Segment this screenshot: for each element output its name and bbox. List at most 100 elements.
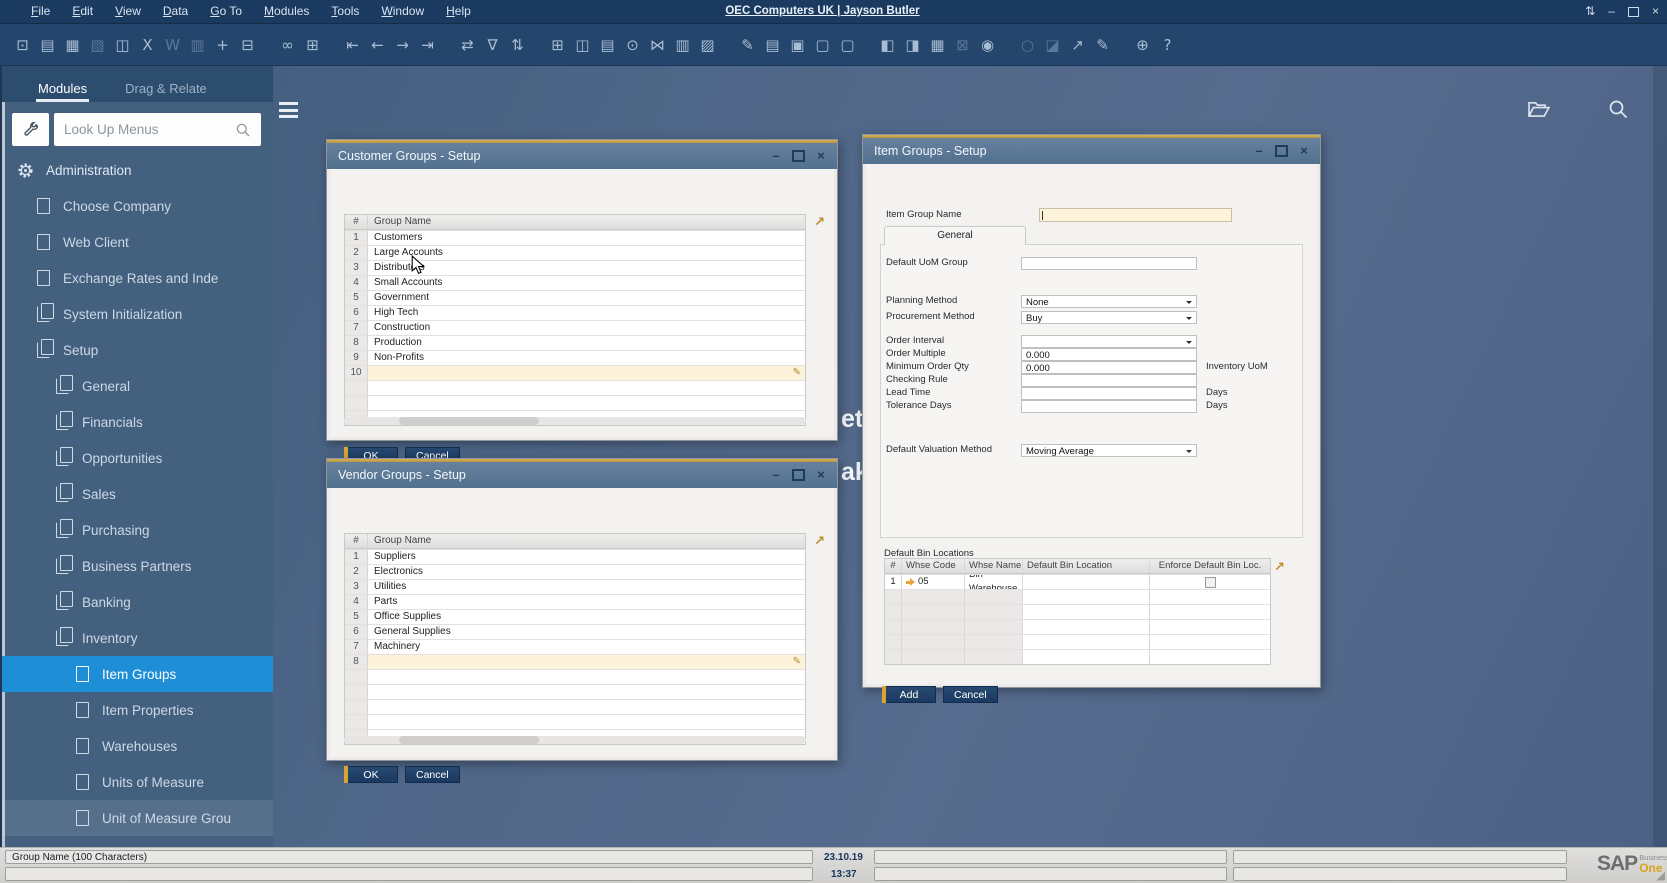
table-row[interactable] [885,649,1270,664]
table-row[interactable] [885,604,1270,619]
global-search-icon[interactable] [1608,99,1628,119]
horizontal-scrollbar[interactable] [344,417,806,425]
menu-item-help[interactable]: Help [435,0,482,23]
sidebar-item-units-of-measure[interactable]: Units of Measure [2,764,273,800]
table-row[interactable] [885,634,1270,649]
order-interval-select[interactable] [1021,335,1197,348]
previous-record-icon[interactable]: ← [365,32,390,58]
sidebar-tab-drag-relate[interactable]: Drag & Relate [123,73,209,102]
table-row[interactable] [345,699,805,714]
expand-table-icon[interactable]: ↗ [814,215,825,230]
document-draft-icon[interactable]: ▥ [670,32,695,58]
expand-table-icon[interactable]: ↗ [814,534,825,549]
sidebar-item-choose-company[interactable]: Choose Company [2,188,273,224]
sidebar-tab-modules[interactable]: Modules [36,73,89,102]
table-row[interactable]: 5Office Supplies [345,609,805,624]
resize-grip[interactable]: ◢ [1657,869,1665,882]
sidebar-item-system-initialization[interactable]: System Initialization [2,296,273,332]
pan-view-icon[interactable]: + [210,32,235,58]
menu-item-view[interactable]: View [104,0,152,23]
sidebar-item-administration[interactable]: Administration [2,152,273,188]
restore-button[interactable] [1628,7,1639,17]
planning-method-select[interactable]: None [1021,295,1197,308]
journal-entry-icon[interactable]: ⋈ [645,32,670,58]
maximize-button[interactable] [792,150,805,162]
expand-table-icon[interactable]: ↗ [1274,560,1285,575]
tab-general[interactable]: General [884,226,1026,245]
last-record-icon[interactable]: ⇥ [415,32,440,58]
active-input-row[interactable]: 10✎ [345,365,805,380]
calendar-icon[interactable]: ▦ [60,32,85,58]
table-row[interactable]: 105Bin Warehouse [885,574,1270,589]
table-row[interactable]: 2Electronics [345,564,805,579]
menu-item-file[interactable]: File [20,0,61,23]
calculator-icon[interactable]: ▦ [925,32,950,58]
default-valuation-method-select[interactable]: Moving Average [1021,444,1197,457]
active-input-row[interactable]: 8✎ [345,654,805,669]
order-multiple-input[interactable]: 0.000 [1021,348,1197,361]
table-row[interactable] [885,619,1270,634]
sidebar-item-banking[interactable]: Banking [2,584,273,620]
print-preview-icon[interactable]: ◫ [110,32,135,58]
filter-icon[interactable]: ∇ [480,32,505,58]
sidebar-item-exchange-rates-and-inde[interactable]: Exchange Rates and Inde [2,260,273,296]
checking-rule-input[interactable] [1021,374,1197,387]
chat-icon[interactable]: ▢ [835,32,860,58]
sort-icon[interactable]: ⇅ [505,32,530,58]
refresh-icon[interactable]: ⇄ [455,32,480,58]
document-payment-icon[interactable]: ▤ [595,32,620,58]
duplicate-icon[interactable]: ◫ [570,32,595,58]
cancel-button[interactable]: Cancel [405,766,460,783]
deposit-icon[interactable]: ◨ [900,32,925,58]
add-row-icon[interactable]: ⊞ [545,32,570,58]
menu-item-go-to[interactable]: Go To [199,0,253,23]
document-settings-icon[interactable]: ▣ [785,32,810,58]
table-row[interactable] [345,684,805,699]
table-row[interactable]: 7Construction [345,320,805,335]
table-row[interactable]: 5Government [345,290,805,305]
sidebar-item-opportunities[interactable]: Opportunities [2,440,273,476]
document-find-icon[interactable]: ▨ [695,32,720,58]
lookup-menus-input[interactable]: Look Up Menus [54,113,261,146]
menu-item-data[interactable]: Data [152,0,199,23]
sidebar-item-item-properties[interactable]: Item Properties [2,692,273,728]
add-button[interactable]: Add [882,686,936,703]
sidebar-item-general[interactable]: General [2,368,273,404]
minimize-button[interactable]: – [770,462,782,488]
vendor-groups-titlebar[interactable]: Vendor Groups - Setup – × [327,462,837,488]
lock-screen-icon[interactable]: ⊟ [235,32,260,58]
table-row[interactable]: 7Machinery [345,639,805,654]
sidebar-item-sales[interactable]: Sales [2,476,273,512]
chart-export-icon[interactable]: ↗ [1065,32,1090,58]
sidebar-item-financials[interactable]: Financials [2,404,273,440]
close-button[interactable]: × [815,462,827,488]
close-button[interactable]: × [815,143,827,169]
minimize-button[interactable]: – [770,143,782,169]
table-row[interactable]: 4Parts [345,594,805,609]
payment-wizard-icon[interactable]: ⊙ [620,32,645,58]
menu-item-tools[interactable]: Tools [320,0,370,23]
edit-icon[interactable]: ✎ [735,32,760,58]
item-group-name-input[interactable] [1039,208,1232,222]
sidebar-item-inventory[interactable]: Inventory [2,620,273,656]
table-row[interactable] [345,714,805,729]
table-row[interactable]: 1Suppliers [345,549,805,564]
close-button[interactable]: × [1298,138,1310,164]
menu-hamburger-icon[interactable] [279,102,298,118]
next-record-icon[interactable]: → [390,32,415,58]
link-arrow-icon[interactable] [906,578,915,586]
sidebar-item-web-client[interactable]: Web Client [2,224,273,260]
horizontal-scrollbar[interactable] [344,736,806,744]
sidebar-item-setup[interactable]: Setup [2,332,273,368]
lead-time-input[interactable] [1021,387,1197,400]
table-row[interactable]: 6High Tech [345,305,805,320]
sidebar-item-unit-of-measure-grou[interactable]: Unit of Measure Grou [2,800,273,836]
table-row[interactable]: 8Production [345,335,805,350]
user-icon[interactable]: ◉ [975,32,1000,58]
ok-button[interactable]: OK [344,766,398,783]
minimize-button[interactable]: – [1608,0,1615,23]
table-row[interactable]: 1Customers [345,230,805,245]
minimize-button[interactable]: – [1253,138,1265,164]
close-button[interactable]: × [1652,0,1659,23]
customer-groups-titlebar[interactable]: Customer Groups - Setup – × [327,143,837,169]
